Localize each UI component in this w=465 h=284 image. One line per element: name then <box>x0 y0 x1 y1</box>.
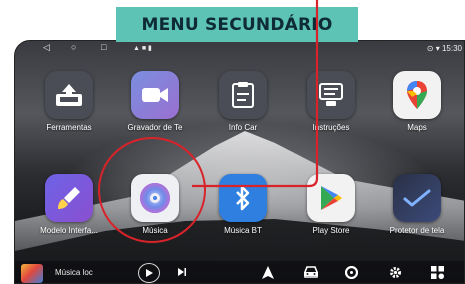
bottom-dock: Música loc <box>15 261 464 283</box>
app-ferramentas[interactable]: Ferramentas <box>25 71 113 132</box>
paint-brush-icon <box>45 174 93 222</box>
notification-icons: ▲ ■ ▮ <box>133 45 152 52</box>
instructions-icon <box>307 71 355 119</box>
app-label: Play Store <box>312 226 350 235</box>
app-play-store[interactable]: Play Store <box>287 174 375 235</box>
upload-tray-icon <box>45 71 93 119</box>
app-label: Protetor de tela <box>389 226 445 235</box>
video-camera-icon <box>131 71 179 119</box>
app-drawer-button[interactable] <box>431 266 444 279</box>
home-icon[interactable]: ○ <box>71 42 76 52</box>
music-app-button[interactable] <box>345 266 358 279</box>
menu-secundario-callout: MENU SECUNDÁRIO <box>116 7 358 42</box>
grid-icon <box>431 266 444 279</box>
head-unit-screen: ◁ ○ □ ▲ ■ ▮ ⊙ ▾ 15:30 Ferramentas Gravad… <box>14 40 465 284</box>
play-store-icon <box>307 174 355 222</box>
play-icon <box>146 269 153 277</box>
recents-icon[interactable]: □ <box>101 42 106 52</box>
settings-button[interactable] <box>389 266 402 279</box>
disc-icon <box>131 174 179 222</box>
clock-icon <box>393 174 441 222</box>
location-icon: ⊙ <box>426 44 434 53</box>
play-button[interactable] <box>138 263 160 283</box>
status-time: 15:30 <box>441 44 462 53</box>
app-label: Info Car <box>228 123 258 132</box>
app-musica-bt[interactable]: Música BT <box>199 174 287 235</box>
app-modelo-interface[interactable]: Modelo Interfa... <box>25 174 113 235</box>
maps-pin-icon <box>393 71 441 119</box>
app-label: Música <box>142 226 168 235</box>
app-maps[interactable]: Maps <box>373 71 461 132</box>
app-label: Maps <box>407 123 427 132</box>
car-icon <box>304 266 318 278</box>
disc-dock-icon <box>345 266 358 279</box>
app-label: Ferramentas <box>46 123 92 132</box>
app-label: Música BT <box>224 226 262 235</box>
gear-icon <box>390 267 401 278</box>
app-musica[interactable]: Música <box>111 174 199 235</box>
app-instrucoes[interactable]: Instruções <box>287 71 375 132</box>
album-art-thumbnail[interactable] <box>21 264 43 283</box>
navigation-arrow-icon <box>262 266 274 279</box>
next-icon <box>178 268 186 276</box>
app-info-car[interactable]: Info Car <box>199 71 287 132</box>
app-label: Gravador de Te <box>127 123 183 132</box>
car-button[interactable] <box>303 266 319 279</box>
next-track-button[interactable] <box>177 267 187 277</box>
app-protetor-de-tela[interactable]: Protetor de tela <box>373 174 461 235</box>
now-playing-track[interactable]: Música loc <box>55 268 93 277</box>
bluetooth-icon <box>219 174 267 222</box>
back-icon[interactable]: ◁ <box>43 42 50 53</box>
app-label: Modelo Interfa... <box>40 226 98 235</box>
app-label: Instruções <box>312 123 350 132</box>
clipboard-icon <box>219 71 267 119</box>
wifi-icon: ▾ <box>435 44 440 53</box>
navigation-button[interactable] <box>262 266 274 279</box>
app-gravador[interactable]: Gravador de Te <box>111 71 199 132</box>
status-bar: ◁ ○ □ ▲ ■ ▮ ⊙ ▾ 15:30 <box>15 41 464 57</box>
status-right: ⊙ ▾ 15:30 <box>427 44 462 53</box>
